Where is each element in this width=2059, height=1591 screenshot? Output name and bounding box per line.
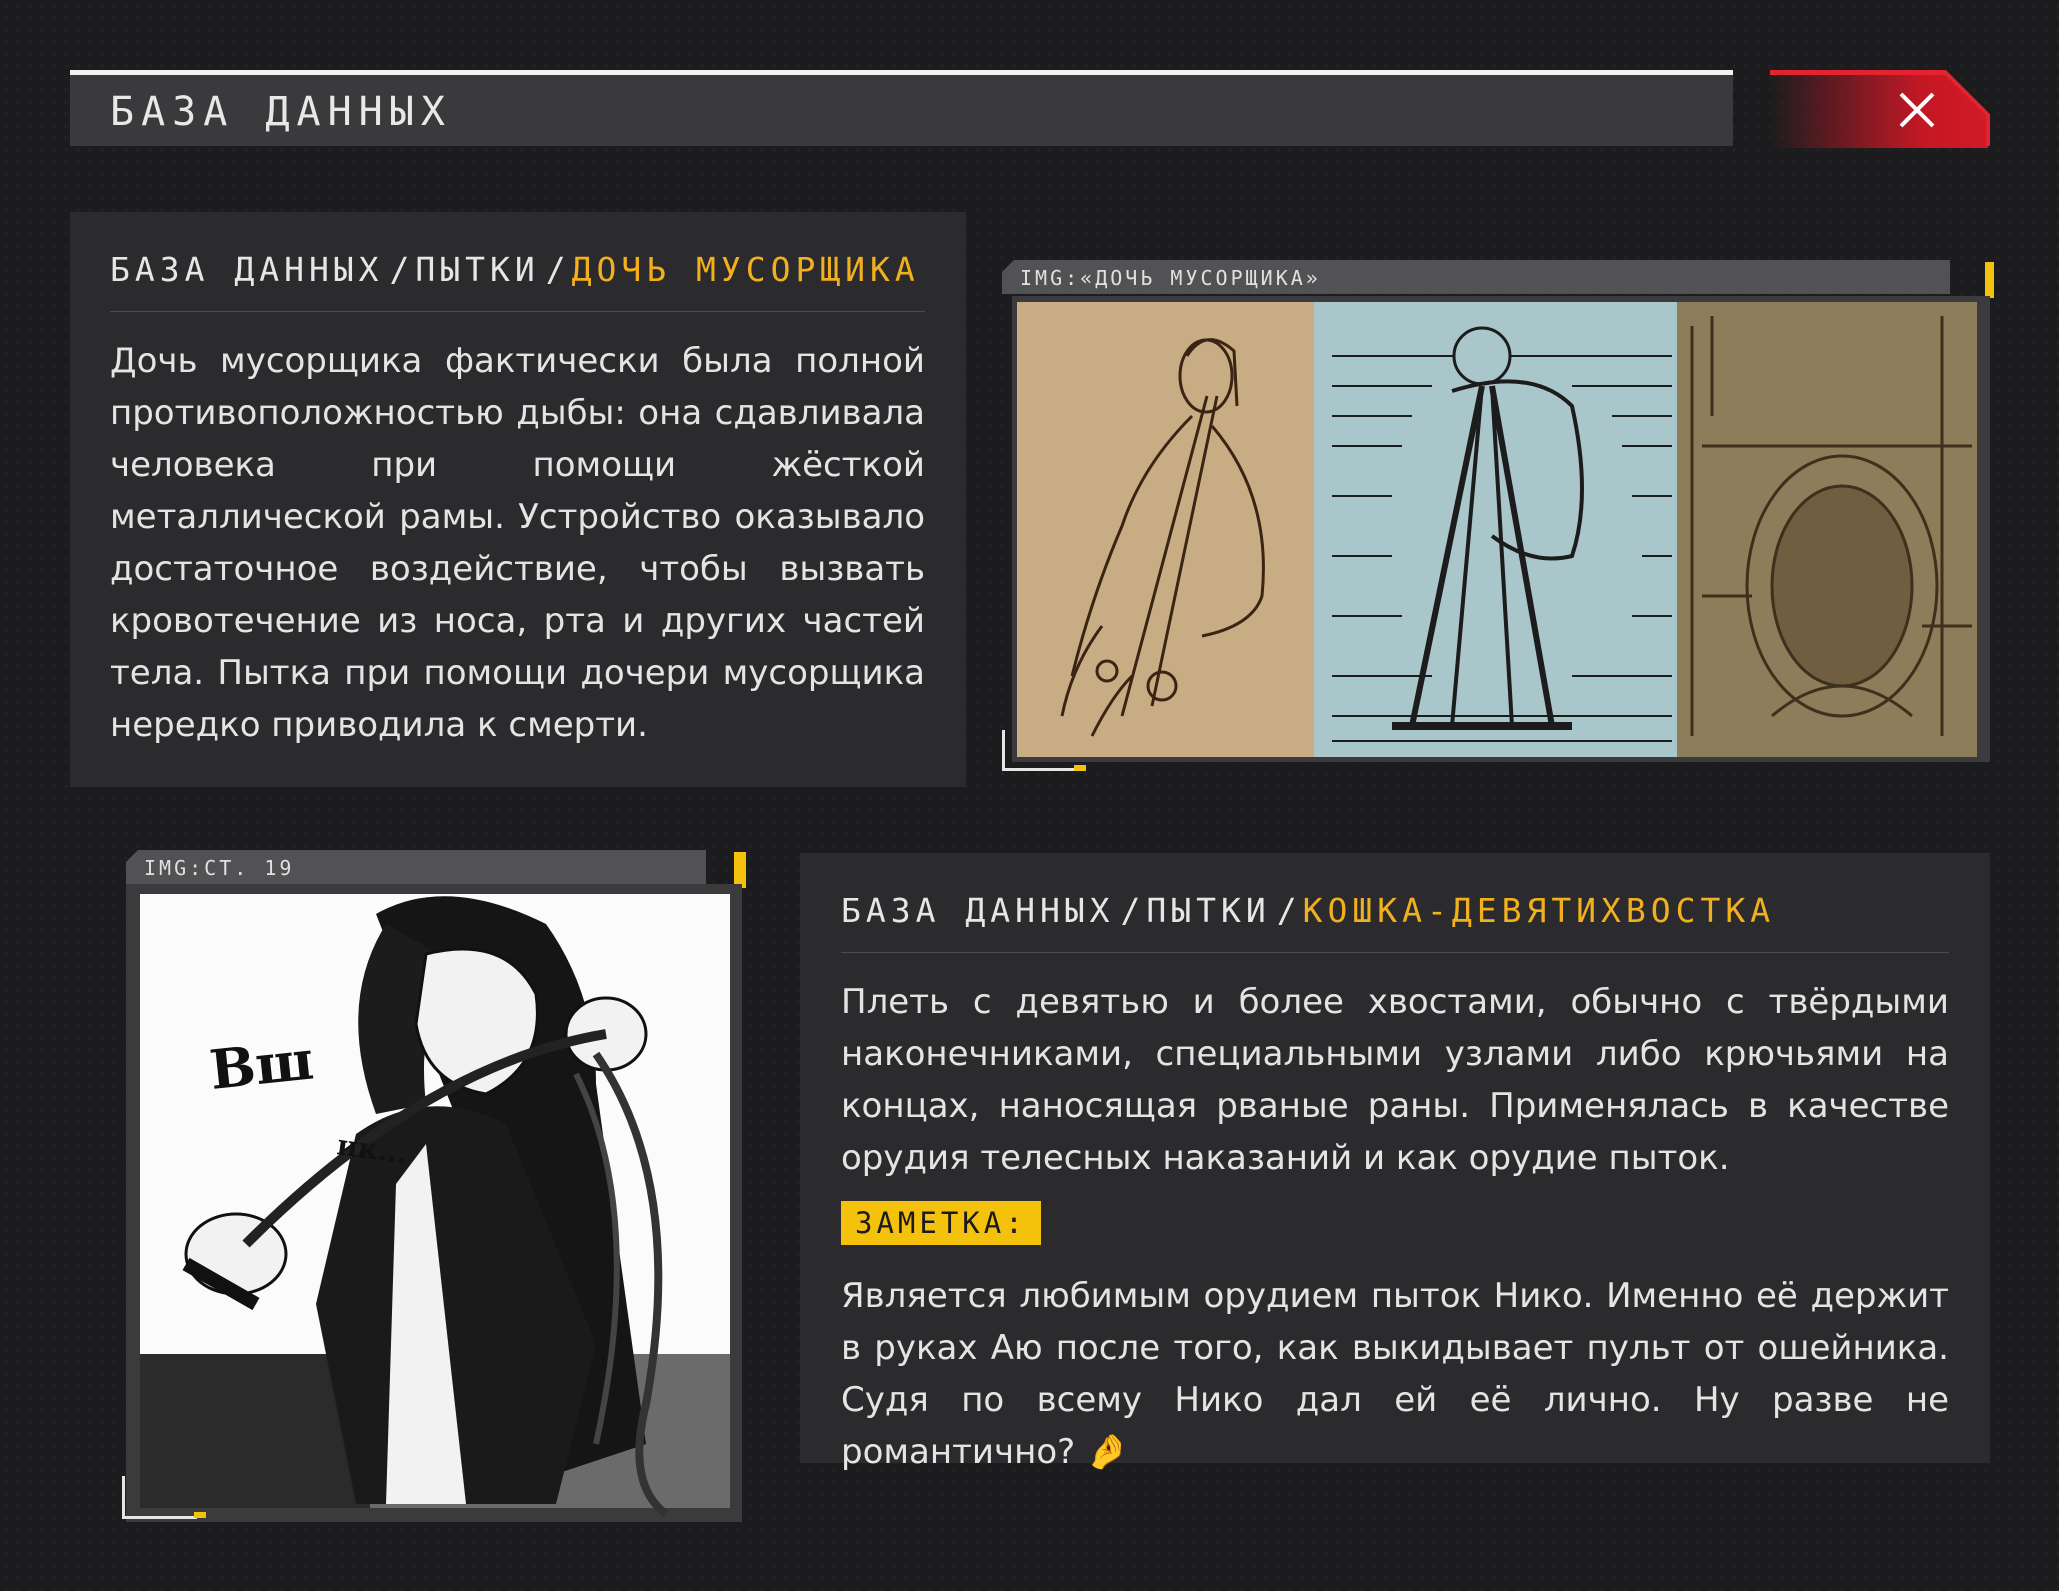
breadcrumb-category[interactable]: ПЫТКИ [1146,891,1270,930]
breadcrumb-current: КОШКА-ДЕВЯТИХВОСТКА [1302,891,1776,930]
divider [841,952,1949,953]
frame-corner-marker [194,1512,206,1518]
breadcrumb: БАЗА ДАННЫХ / ПЫТКИ / ДОЧЬ МУСОРЩИКА [110,250,920,289]
divider [110,311,925,312]
frame-corner [1002,730,1075,771]
pinched-fingers-emoji: 🤌 [1085,1432,1129,1472]
image-scavengers-daughter [1012,296,1990,762]
frame-marker [734,852,746,888]
breadcrumb-root[interactable]: БАЗА ДАННЫХ [841,891,1115,930]
note-label: ЗАМЕТКА: [841,1201,1041,1245]
image-frame-manga-page: IMG:СТ. 19 Вш ик... [122,842,750,1526]
entry-description: Дочь мусорщика фактически была полной пр… [110,341,925,745]
image-frame-scavengers-daughter: IMG:«ДОЧЬ МУСОРЩИКА» [1002,252,1994,772]
frame-corner [122,1476,197,1519]
page-title: БАЗА ДАННЫХ [110,89,452,135]
frame-marker [1985,262,1994,298]
note-body: Является любимым орудием пыток Нико. Име… [841,1276,1949,1472]
breadcrumb-category[interactable]: ПЫТКИ [415,250,539,289]
entry-description: Плеть с девятью и более хвостами, обычно… [841,982,1949,1178]
image-manga-page: Вш ик... [126,884,742,1522]
breadcrumb: БАЗА ДАННЫХ / ПЫТКИ / КОШКА-ДЕВЯТИХВОСТКА [841,891,1776,930]
header-bar: БАЗА ДАННЫХ [70,70,1733,146]
close-button-edge [1942,70,1990,146]
note-text: Является любимым орудием пыток Нико. Име… [841,1270,1949,1478]
manga-illustration: Вш ик... [140,894,730,1518]
breadcrumb-root[interactable]: БАЗА ДАННЫХ [110,250,384,289]
manga-sfx-1: Вш [207,1027,317,1101]
entry-panel-scavengers-daughter: БАЗА ДАННЫХ / ПЫТКИ / ДОЧЬ МУСОРЩИКА Дочь му… [70,212,966,787]
torture-illustrations [1017,302,1977,757]
entry-panel-cat-o-nine-tails: БАЗА ДАННЫХ / ПЫТКИ / КОШКА-ДЕВЯТИХВОСТКА Пл… [800,853,1990,1472]
image-tab: IMG:«ДОЧЬ МУСОРЩИКА» [1002,260,1950,294]
close-icon [1899,92,1935,128]
breadcrumb-current: ДОЧЬ МУСОРЩИКА [571,250,920,289]
frame-corner-marker [1074,765,1086,771]
image-tab: IMG:СТ. 19 [126,850,706,884]
